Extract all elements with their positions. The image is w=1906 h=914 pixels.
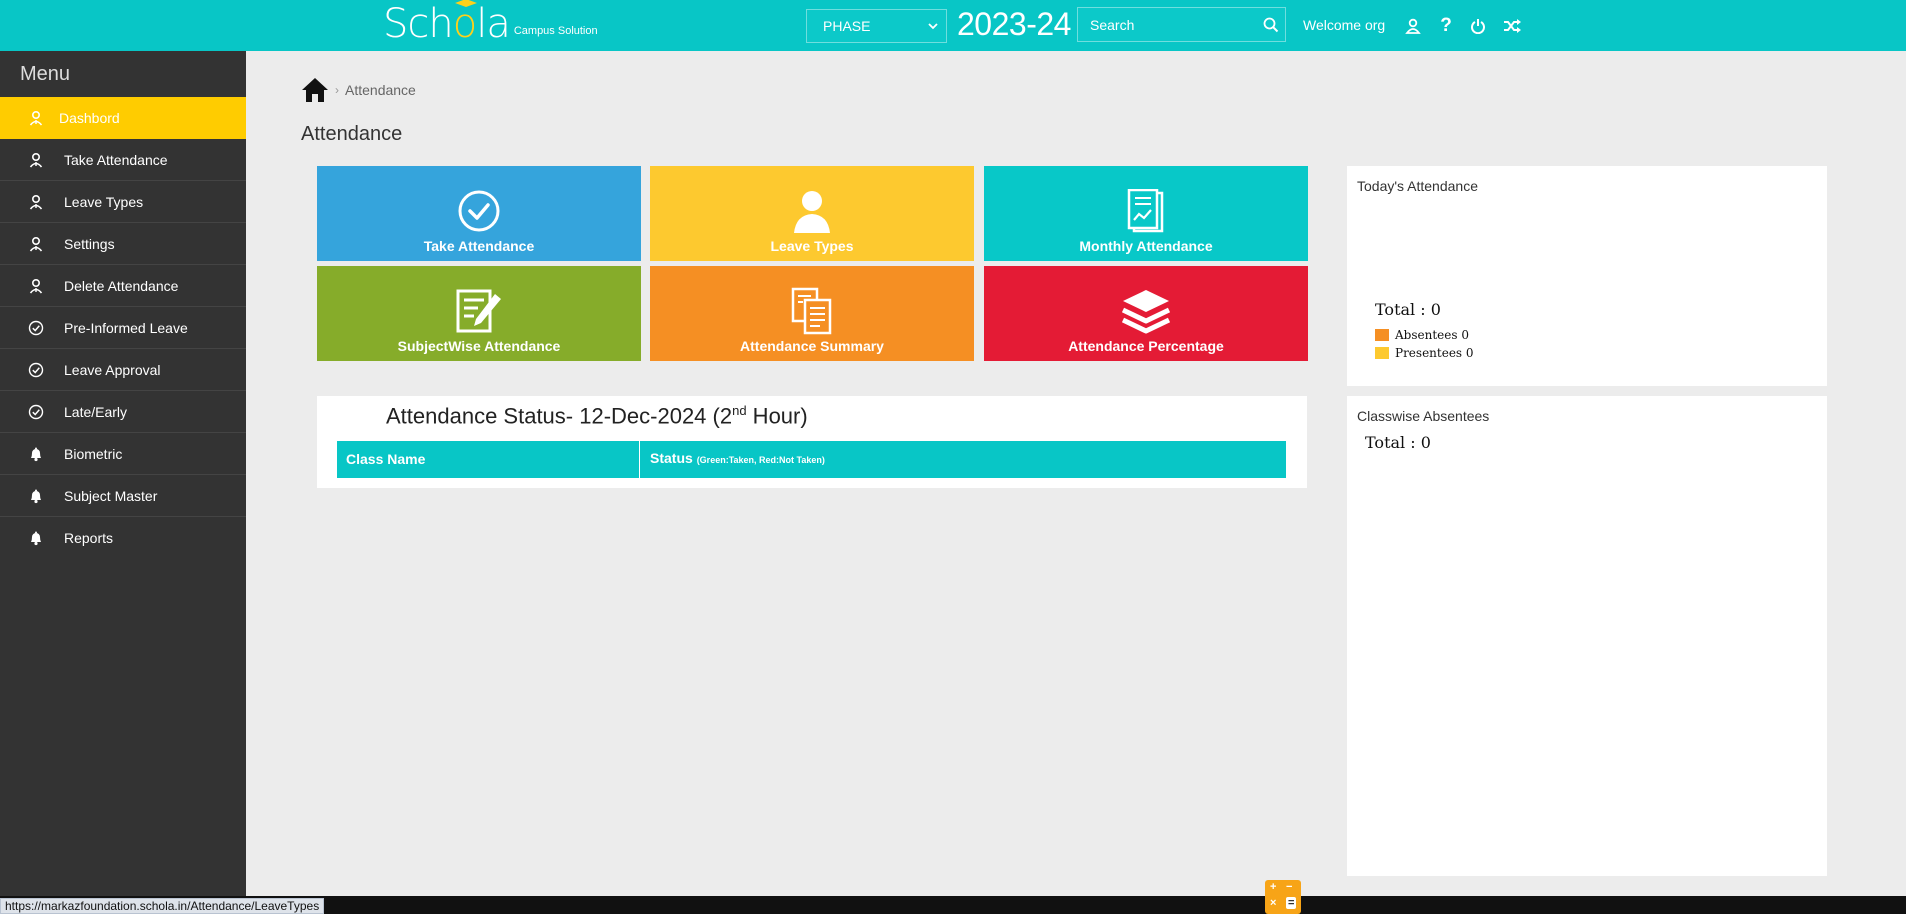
sidebar-item-subject-master[interactable]: Subject Master: [0, 475, 246, 517]
search-input[interactable]: [1078, 8, 1258, 41]
tile-label: Take Attendance: [423, 238, 535, 254]
todays-attendance-total: Total : 0: [1375, 300, 1441, 319]
legend-absentees: Absentees 0: [1375, 328, 1469, 342]
check-circle-icon: [26, 404, 46, 420]
sidebar-item-label: Dashbord: [59, 109, 120, 126]
logo-tagline: Campus Solution: [513, 25, 598, 37]
calc-minus: −: [1286, 881, 1293, 893]
tile-label: Leave Types: [770, 238, 854, 254]
shuffle-icon[interactable]: [1502, 16, 1522, 36]
attendance-status-table-header: Class Name Status (Green:Taken, Red:Not …: [337, 441, 1286, 478]
search-box: [1077, 7, 1286, 42]
welcome-text: Welcome org: [1303, 17, 1386, 33]
power-icon[interactable]: [1468, 16, 1488, 36]
report-chart-icon: [1126, 188, 1166, 234]
person-icon: [790, 188, 834, 234]
sidebar-item-biometric[interactable]: Biometric: [0, 433, 246, 475]
phase-select[interactable]: PHASE: [806, 9, 947, 43]
breadcrumb-separator: ›: [335, 83, 339, 97]
user-icon[interactable]: [1403, 16, 1423, 36]
bell-icon: [26, 488, 46, 504]
presentees-swatch: [1375, 347, 1389, 359]
sidebar-item-dashboard[interactable]: Dashbord: [0, 97, 246, 139]
sidebar-item-label: Leave Approval: [64, 361, 161, 378]
edit-document-icon: [455, 288, 503, 334]
sidebar: Menu Dashbord Take Attendance Leave Type…: [0, 51, 246, 896]
menu-title: Menu: [20, 63, 71, 85]
tile-leave-types[interactable]: Leave Types: [650, 166, 974, 261]
layers-icon: [1121, 288, 1171, 334]
calc-plus: +: [1270, 881, 1277, 893]
link-status-url: https://markazfoundation.schola.in/Atten…: [0, 898, 325, 914]
page-title: Attendance: [301, 123, 403, 145]
sidebar-item-label: Subject Master: [64, 487, 158, 504]
sidebar-item-reports[interactable]: Reports: [0, 517, 246, 559]
user-icon: [26, 194, 46, 210]
breadcrumb-current: Attendance: [345, 82, 416, 98]
sidebar-item-label: Late/Early: [64, 403, 128, 420]
user-icon: [26, 152, 46, 168]
tile-subjectwise-attendance[interactable]: SubjectWise Attendance: [317, 266, 641, 361]
sidebar-item-label: Biometric: [64, 445, 123, 462]
sidebar-item-label: Reports: [64, 530, 114, 546]
tile-label: Monthly Attendance: [1079, 238, 1213, 254]
schola-logo[interactable]: Sch ola Campus Solution: [383, 0, 598, 46]
user-icon: [26, 278, 46, 294]
home-icon[interactable]: [301, 77, 329, 103]
calculator-widget[interactable]: + − × =: [1265, 880, 1301, 914]
tile-label: Attendance Summary: [740, 338, 884, 354]
top-bar: Schola Campus Solution PHASE 2023-24 Wel…: [0, 0, 1906, 51]
user-icon: [26, 236, 46, 252]
sidebar-item-label: Settings: [64, 235, 115, 252]
tile-label: Attendance Percentage: [1068, 338, 1224, 354]
documents-icon: [790, 287, 834, 335]
sidebar-item-label: Leave Types: [64, 193, 144, 210]
calc-equals: =: [1286, 897, 1297, 909]
search-icon[interactable]: [1263, 17, 1279, 33]
help-icon[interactable]: ?: [1436, 15, 1456, 36]
attendance-status-title: Attendance Status- 12-Dec-2024 (2nd Hour…: [386, 403, 808, 429]
tile-take-attendance[interactable]: Take Attendance: [317, 166, 641, 261]
bell-icon: [26, 446, 46, 462]
user-icon: [26, 110, 46, 126]
graduation-cap-icon: [454, 0, 477, 7]
tile-attendance-percentage[interactable]: Attendance Percentage: [984, 266, 1308, 361]
classwise-absentees-panel: [1347, 396, 1827, 876]
classwise-absentees-total: Total : 0: [1365, 433, 1431, 452]
status-legend-note: (Green:Taken, Red:Not Taken): [696, 455, 825, 465]
check-circle-icon: [457, 188, 501, 234]
sidebar-item-pre-informed-leave[interactable]: Pre-Informed Leave: [0, 307, 246, 349]
sidebar-item-delete-attendance[interactable]: Delete Attendance: [0, 265, 246, 307]
tile-label: SubjectWise Attendance: [397, 338, 561, 354]
academic-year: 2023-24: [957, 6, 1071, 42]
column-header-class-name: Class Name: [337, 441, 640, 478]
column-header-status: Status (Green:Taken, Red:Not Taken): [650, 450, 825, 466]
bell-icon: [26, 530, 46, 546]
absentees-swatch: [1375, 329, 1389, 341]
check-circle-icon: [26, 362, 46, 378]
breadcrumb: › Attendance: [301, 77, 416, 103]
todays-attendance-title: Today's Attendance: [1357, 178, 1478, 194]
check-circle-icon: [26, 320, 46, 336]
tile-attendance-summary[interactable]: Attendance Summary: [650, 266, 974, 361]
sidebar-item-settings[interactable]: Settings: [0, 223, 246, 265]
calc-times: ×: [1270, 897, 1277, 909]
sidebar-item-leave-types[interactable]: Leave Types: [0, 181, 246, 223]
sidebar-item-label: Take Attendance: [64, 151, 168, 168]
chevron-down-icon: [928, 23, 938, 30]
legend-presentees: Presentees 0: [1375, 346, 1474, 360]
sidebar-item-late-early[interactable]: Late/Early: [0, 391, 246, 433]
tile-monthly-attendance[interactable]: Monthly Attendance: [984, 166, 1308, 261]
sidebar-item-take-attendance[interactable]: Take Attendance: [0, 139, 246, 181]
sidebar-item-label: Pre-Informed Leave: [64, 319, 188, 336]
sidebar-item-leave-approval[interactable]: Leave Approval: [0, 349, 246, 391]
classwise-absentees-title: Classwise Absentees: [1357, 408, 1490, 424]
sidebar-item-label: Delete Attendance: [64, 277, 179, 294]
